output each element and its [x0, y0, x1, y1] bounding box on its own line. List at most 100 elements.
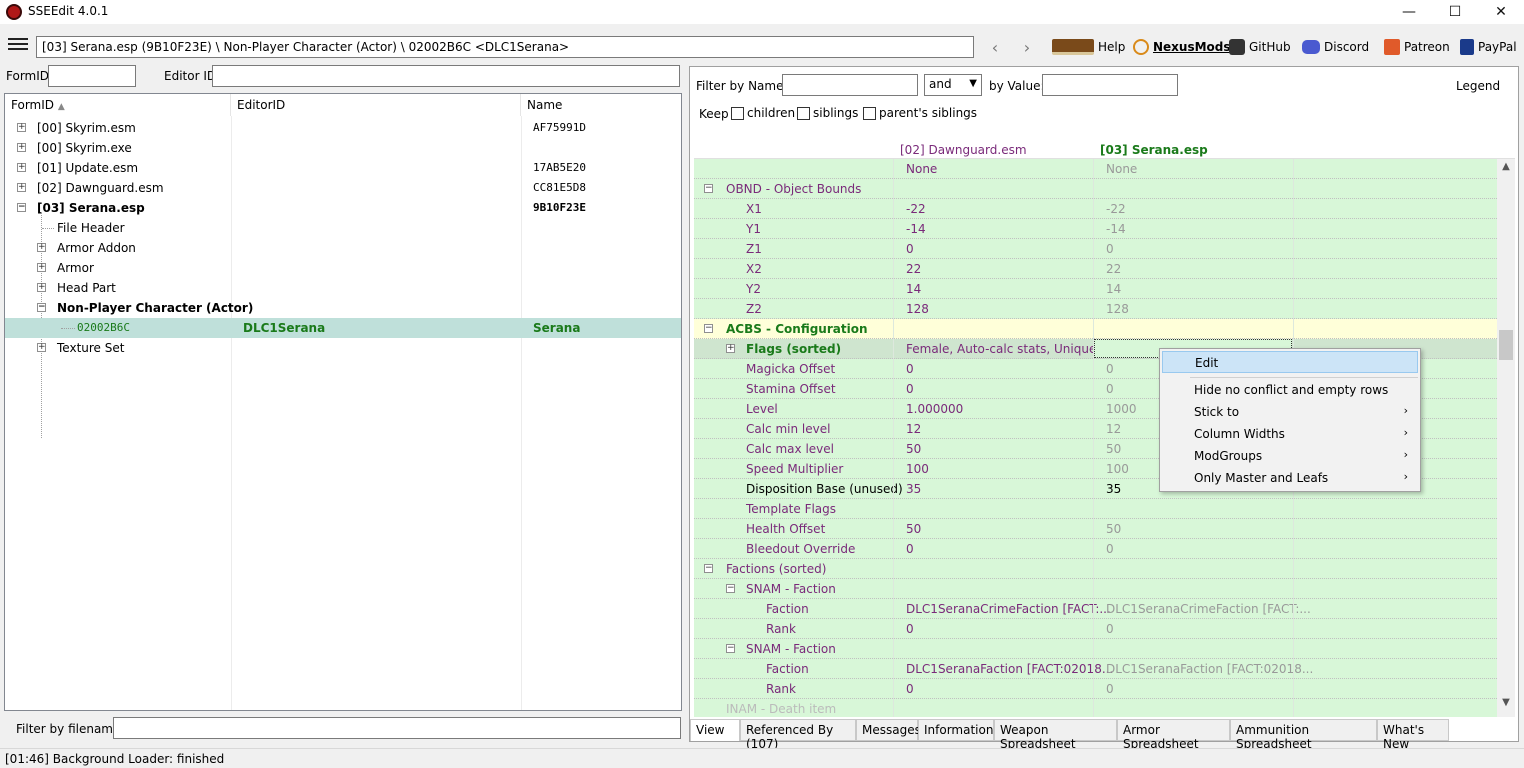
- keep-children-checkbox[interactable]: children: [731, 106, 795, 120]
- grid-row[interactable]: Rank 0 0: [694, 619, 1497, 639]
- tab-information[interactable]: Information: [918, 719, 994, 741]
- grid-row[interactable]: INAM - Death item: [694, 699, 1497, 717]
- record-path-field[interactable]: [03] Serana.esp (9B10F23E) \ Non-Player …: [36, 36, 974, 58]
- grid-row-factions[interactable]: − Factions (sorted): [694, 559, 1497, 579]
- github-link[interactable]: GitHub: [1229, 38, 1291, 56]
- grid-row[interactable]: Health Offset 50 50: [694, 519, 1497, 539]
- nexusmods-link[interactable]: NexusMods: [1133, 38, 1231, 56]
- grid-row[interactable]: X2 22 22: [694, 259, 1497, 279]
- menu-item-stick-to[interactable]: Stick to ›: [1162, 401, 1418, 423]
- patreon-link[interactable]: Patreon: [1384, 38, 1450, 56]
- expand-icon[interactable]: +: [37, 263, 46, 272]
- grid-row-obnd[interactable]: − OBND - Object Bounds: [694, 179, 1497, 199]
- menu-item-only-master-leafs[interactable]: Only Master and Leafs ›: [1162, 467, 1418, 489]
- expand-icon[interactable]: +: [726, 344, 735, 353]
- column-header-formid[interactable]: FormID ▲: [5, 94, 231, 116]
- filename-filter-input[interactable]: [113, 717, 681, 739]
- status-text: [01:46] Background Loader: finished: [5, 752, 225, 766]
- tree-node-texture-set[interactable]: + Texture Set: [5, 338, 681, 358]
- scroll-up-icon[interactable]: ▲: [1497, 161, 1515, 179]
- grid-row[interactable]: Y2 14 14: [694, 279, 1497, 299]
- formid-filter-label: FormID: [6, 69, 50, 83]
- menu-item-column-widths[interactable]: Column Widths ›: [1162, 423, 1418, 445]
- menu-item-modgroups[interactable]: ModGroups ›: [1162, 445, 1418, 467]
- grid-row[interactable]: X1 -22 -22: [694, 199, 1497, 219]
- column-header-serana[interactable]: [03] Serana.esp: [1100, 143, 1208, 157]
- tree-node-update-esm[interactable]: + [01] Update.esm 17AB5E20: [5, 158, 681, 178]
- discord-icon: [1302, 40, 1320, 54]
- collapse-icon[interactable]: −: [726, 644, 735, 653]
- collapse-icon[interactable]: −: [726, 584, 735, 593]
- grid-row[interactable]: Template Flags: [694, 499, 1497, 519]
- keep-siblings-checkbox[interactable]: siblings: [797, 106, 858, 120]
- grid-row[interactable]: Faction DLC1SeranaFaction [FACT:02018... D…: [694, 659, 1497, 679]
- tab-weapon-spreadsheet[interactable]: Weapon Spreadsheet: [994, 719, 1117, 751]
- collapse-icon[interactable]: −: [704, 184, 713, 193]
- collapse-icon[interactable]: −: [37, 303, 46, 312]
- collapse-icon[interactable]: −: [704, 324, 713, 333]
- tab-armor-spreadsheet[interactable]: Armor Spreadsheet: [1117, 719, 1230, 751]
- expand-icon[interactable]: +: [37, 243, 46, 252]
- paypal-link[interactable]: PayPal: [1460, 38, 1517, 56]
- grid-row[interactable]: Y1 -14 -14: [694, 219, 1497, 239]
- hamburger-menu-icon[interactable]: [8, 38, 28, 52]
- maximize-icon[interactable]: ☐: [1432, 0, 1478, 24]
- menu-item-hide-no-conflict[interactable]: Hide no conflict and empty rows: [1162, 379, 1418, 401]
- and-or-select[interactable]: and ▼: [924, 74, 982, 96]
- scrollbar-thumb[interactable]: [1499, 330, 1513, 360]
- back-arrow-icon[interactable]: ‹: [984, 36, 1006, 58]
- grid-row-snam[interactable]: − SNAM - Faction: [694, 639, 1497, 659]
- column-header-dawnguard[interactable]: [02] Dawnguard.esm: [900, 143, 1027, 157]
- tab-referenced-by[interactable]: Referenced By (107): [740, 719, 856, 751]
- checkbox-icon: [797, 107, 810, 120]
- grid-row-acbs[interactable]: − ACBS - Configuration: [694, 319, 1497, 339]
- column-header-name[interactable]: Name: [521, 94, 681, 116]
- grid-row[interactable]: Z1 0 0: [694, 239, 1497, 259]
- tree-node-skyrim-exe[interactable]: + [00] Skyrim.exe: [5, 138, 681, 158]
- scroll-down-icon[interactable]: ▼: [1497, 697, 1515, 715]
- tree-node-serana-record[interactable]: 02002B6C DLC1Serana Serana: [5, 318, 681, 338]
- discord-link[interactable]: Discord: [1302, 38, 1369, 56]
- collapse-icon[interactable]: −: [704, 564, 713, 573]
- close-icon[interactable]: ✕: [1478, 0, 1524, 24]
- minimize-icon[interactable]: —: [1386, 0, 1432, 24]
- column-header-editorid[interactable]: EditorID: [231, 94, 521, 116]
- expand-icon[interactable]: +: [17, 123, 26, 132]
- expand-icon[interactable]: +: [17, 143, 26, 152]
- filter-by-value-input[interactable]: [1042, 74, 1178, 96]
- tab-whats-new[interactable]: What's New: [1377, 719, 1449, 751]
- expand-icon[interactable]: +: [37, 343, 46, 352]
- grid-row[interactable]: Bleedout Override 0 0: [694, 539, 1497, 559]
- tree-node-head-part[interactable]: + Head Part: [5, 278, 681, 298]
- tree-node-serana-esp[interactable]: − [03] Serana.esp 9B10F23E: [5, 198, 681, 218]
- tree-node-skyrim-esm[interactable]: + [00] Skyrim.esm AF75991D: [5, 118, 681, 138]
- keep-parents-siblings-checkbox[interactable]: parent's siblings: [863, 106, 977, 120]
- expand-icon[interactable]: +: [17, 183, 26, 192]
- legend-button[interactable]: Legend: [1456, 79, 1500, 93]
- collapse-icon[interactable]: −: [17, 203, 26, 212]
- filter-by-name-input[interactable]: [782, 74, 918, 96]
- grid-row[interactable]: None None: [694, 159, 1497, 179]
- tree-node-file-header[interactable]: File Header: [5, 218, 681, 238]
- tree-node-armor[interactable]: + Armor: [5, 258, 681, 278]
- tree-node-npc-actor[interactable]: − Non-Player Character (Actor): [5, 298, 681, 318]
- help-link[interactable]: Help: [1052, 38, 1125, 56]
- grid-row[interactable]: Z2 128 128: [694, 299, 1497, 319]
- tree-node-armor-addon[interactable]: + Armor Addon: [5, 238, 681, 258]
- formid-filter-input[interactable]: [48, 65, 136, 87]
- editorid-filter-input[interactable]: [212, 65, 680, 87]
- expand-icon[interactable]: +: [17, 163, 26, 172]
- tab-ammunition-spreadsheet[interactable]: Ammunition Spreadsheet: [1230, 719, 1377, 751]
- tree-node-dawnguard-esm[interactable]: + [02] Dawnguard.esm CC81E5D8: [5, 178, 681, 198]
- tab-messages[interactable]: Messages: [856, 719, 921, 741]
- expand-icon[interactable]: +: [37, 283, 46, 292]
- forward-arrow-icon[interactable]: ›: [1016, 36, 1038, 58]
- grid-row-snam[interactable]: − SNAM - Faction: [694, 579, 1497, 599]
- menu-item-edit[interactable]: Edit: [1162, 351, 1418, 373]
- vertical-scrollbar[interactable]: [1497, 159, 1515, 717]
- grid-row[interactable]: Faction DLC1SeranaCrimeFaction [FACT:... D…: [694, 599, 1497, 619]
- checkbox-icon: [863, 107, 876, 120]
- grid-row[interactable]: Rank 0 0: [694, 679, 1497, 699]
- patreon-label: Patreon: [1404, 40, 1450, 54]
- tab-view[interactable]: View: [690, 719, 740, 741]
